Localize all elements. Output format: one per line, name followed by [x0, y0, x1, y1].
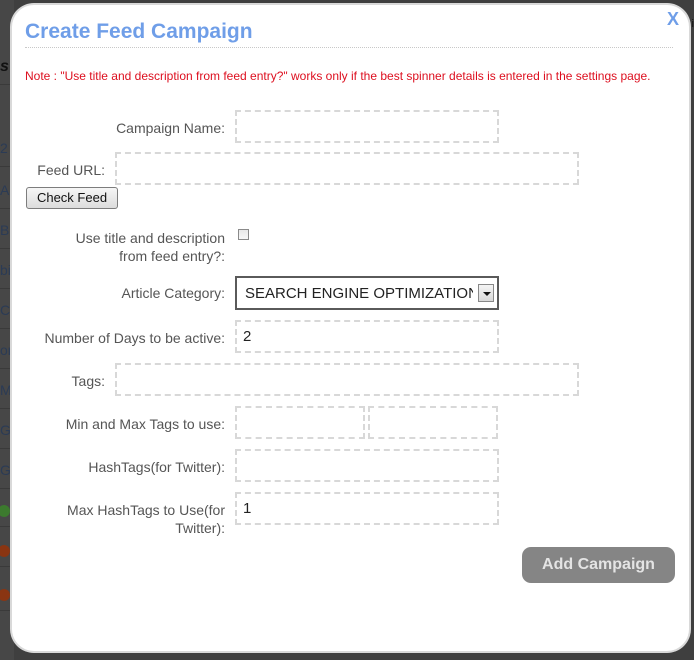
max-hashtags-label-line1: Max HashTags to Use(for: [67, 502, 225, 518]
campaign-name-input[interactable]: [235, 110, 499, 143]
chevron-down-icon[interactable]: [478, 284, 494, 302]
days-active-input[interactable]: [235, 320, 499, 353]
min-tags-input[interactable]: [235, 406, 365, 439]
article-category-selected: SEARCH ENGINE OPTIMIZATION: [245, 285, 473, 302]
add-campaign-button[interactable]: Add Campaign: [522, 547, 675, 583]
close-button[interactable]: X: [667, 9, 679, 30]
check-feed-button[interactable]: Check Feed: [26, 187, 118, 209]
hashtags-input[interactable]: [235, 449, 499, 482]
campaign-name-label: Campaign Name:: [116, 120, 225, 136]
max-hashtags-label-line2: Twitter):: [175, 520, 225, 536]
use-title-checkbox[interactable]: [238, 229, 249, 240]
tags-input[interactable]: [115, 363, 579, 396]
article-category-label: Article Category:: [121, 285, 225, 301]
title-divider: [25, 47, 673, 48]
max-tags-input[interactable]: [368, 406, 498, 439]
use-title-label-line2: from feed entry?:: [119, 248, 225, 264]
tags-label: Tags:: [71, 373, 105, 389]
feed-url-input[interactable]: [115, 152, 579, 185]
hashtags-label: HashTags(for Twitter):: [88, 459, 225, 475]
min-max-tags-label: Min and Max Tags to use:: [65, 416, 225, 432]
max-hashtags-label: Max HashTags to Use(for Twitter):: [12, 501, 225, 537]
days-active-label: Number of Days to be active:: [44, 330, 225, 346]
use-title-label-line1: Use title and description: [75, 230, 225, 246]
note-text: Note : "Use title and description from f…: [25, 69, 651, 83]
create-feed-campaign-dialog: Create Feed Campaign X Note : "Use title…: [12, 5, 689, 651]
use-title-label: Use title and description from feed entr…: [42, 229, 225, 265]
feed-url-label: Feed URL:: [37, 162, 105, 178]
dialog-title: Create Feed Campaign: [25, 20, 253, 43]
article-category-select[interactable]: SEARCH ENGINE OPTIMIZATION: [235, 276, 499, 310]
max-hashtags-input[interactable]: [235, 492, 499, 525]
